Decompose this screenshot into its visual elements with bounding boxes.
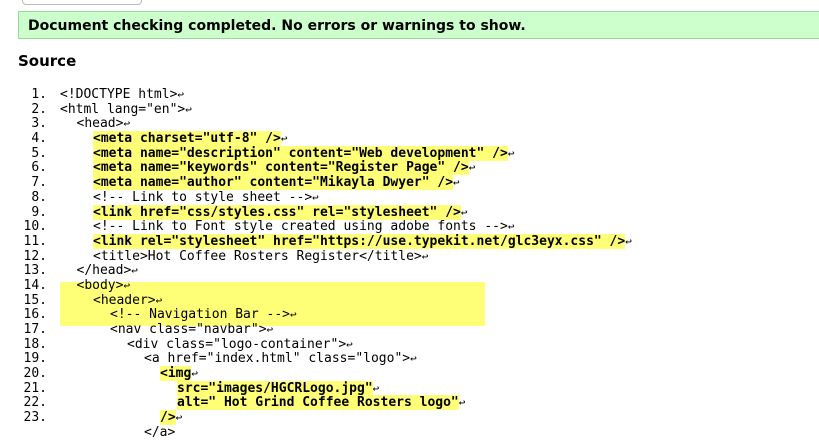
line-return-icon: ↩ (625, 234, 632, 248)
line-number: 8. (31, 189, 47, 205)
source-line: 19. <a href="index.html" class="logo">↩ (0, 352, 819, 367)
source-line: 8. <!-- Link to style sheet -->↩ (0, 189, 819, 206)
line-return-icon: ↩ (421, 249, 429, 263)
line-number: 23. (23, 410, 47, 426)
line-number: 17. (23, 322, 47, 337)
line-number: 10. (23, 219, 47, 235)
line-return-icon: ↩ (191, 367, 198, 381)
line-code: <meta name="author" content="Mikayla Dwy… (93, 175, 460, 191)
line-code: </a> (144, 424, 176, 440)
line-number: 3. (31, 116, 47, 132)
line-number: 11. (23, 233, 47, 249)
line-code: <a href="index.html" class="logo">↩ (144, 351, 417, 367)
source-line: 1. <!DOCTYPE html>↩ (0, 87, 819, 103)
line-number: 14. (23, 277, 47, 293)
line-code: <!-- Link to Font style created using ad… (93, 219, 515, 235)
source-line: 16. <!-- Navigation Bar -->↩ (0, 307, 819, 323)
line-number: 7. (31, 175, 47, 191)
line-number: 12. (23, 248, 47, 264)
line-code: <html lang="en">↩ (60, 101, 192, 117)
source-line: </a> (0, 424, 819, 441)
line-number: 5. (31, 145, 47, 161)
line-code: <meta name="description" content="Web de… (93, 145, 515, 161)
line-number: 2. (31, 101, 47, 117)
line-number: 6. (31, 160, 47, 176)
line-code: <link rel="stylesheet" href="https://use… (93, 233, 632, 249)
source-listing: 1. <!DOCTYPE html>↩ 2. <html lang="en">↩ 3. <… (0, 87, 819, 441)
line-return-icon: ↩ (123, 117, 131, 131)
line-number: 9. (31, 204, 47, 220)
source-section-title: Source (18, 52, 77, 70)
line-return-icon: ↩ (468, 161, 476, 175)
line-return-icon: ↩ (410, 352, 417, 366)
line-code: <meta charset="utf-8" />↩ (93, 131, 288, 147)
source-line: 10. <!-- Link to Font style created using… (0, 219, 819, 235)
line-return-icon: ↩ (177, 88, 185, 101)
line-code: alt=" Hot Grind Coffee Rosters logo"↩ (177, 395, 466, 411)
line-return-icon: ↩ (155, 293, 163, 307)
success-status-bar: Document checking completed. No errors o… (18, 11, 819, 39)
line-code: <!DOCTYPE html>↩ (60, 87, 185, 102)
line-code: <!-- Navigation Bar -->↩ (110, 307, 297, 323)
source-line: 17. <nav class="navbar">↩ (0, 322, 819, 338)
line-code: <meta name="keywords" content="Register … (93, 160, 476, 176)
line-number: 20. (23, 366, 47, 382)
source-line: 15. <header>↩ (0, 292, 819, 309)
source-line: 14. <body>↩ (0, 277, 819, 294)
source-line: 18. <div class="logo-container">↩ (0, 336, 819, 353)
line-code: <head>↩ (76, 116, 131, 132)
line-return-icon: ↩ (123, 278, 131, 292)
line-code: src="images/HGCRLogo.jpg"↩ (177, 380, 380, 396)
line-code: <!-- Link to style sheet -->↩ (93, 189, 319, 205)
source-line: 13. </head>↩ (0, 263, 819, 279)
line-code: <title>Hot Coffee Rosters Register</titl… (93, 248, 429, 264)
line-return-icon: ↩ (185, 102, 192, 116)
line-number: 21. (23, 380, 47, 396)
line-code: <body>↩ (76, 277, 131, 293)
source-line: 9. <link href="css/styles.css" rel="style… (0, 204, 819, 221)
source-line: 21. src="images/HGCRLogo.jpg"↩ (0, 380, 819, 397)
source-line: 7. <meta name="author" content="Mikayla D… (0, 175, 819, 191)
line-return-icon: ↩ (266, 323, 274, 336)
source-line: 6. <meta name="keywords" content="Registe… (0, 160, 819, 176)
line-number: 15. (23, 292, 47, 308)
line-return-icon: ↩ (507, 220, 515, 234)
source-line: 12. <title>Hot Coffee Rosters Register</t… (0, 248, 819, 265)
line-number: 1. (31, 87, 47, 102)
line-return-icon: ↩ (453, 176, 460, 190)
source-line: 11. <link rel="stylesheet" href="https://… (0, 233, 819, 250)
line-return-icon: ↩ (458, 396, 466, 410)
line-number: 19. (23, 351, 47, 367)
line-number: 13. (23, 263, 47, 279)
line-number: 18. (23, 336, 47, 352)
line-code: <nav class="navbar">↩ (110, 322, 274, 337)
source-line: 23. />↩ (0, 410, 819, 426)
line-return-icon: ↩ (346, 337, 353, 351)
source-line: 2. <html lang="en">↩ (0, 101, 819, 118)
line-return-icon: ↩ (312, 190, 319, 204)
source-line: 3. <head>↩ (0, 117, 819, 132)
line-code: </head>↩ (76, 263, 138, 279)
line-code: <div class="logo-container">↩ (127, 336, 353, 352)
line-return-icon: ↩ (131, 264, 138, 278)
source-line: 5. <meta name="description" content="Web … (0, 145, 819, 162)
line-return-icon: ↩ (507, 146, 515, 160)
line-return-icon: ↩ (290, 308, 297, 322)
line-number: 4. (31, 131, 47, 147)
source-line: 4. <meta charset="utf-8" />↩ (0, 131, 819, 147)
previous-button-edge[interactable] (22, 0, 142, 5)
status-message: Document checking completed. No errors o… (28, 18, 526, 34)
line-code: <img↩ (160, 366, 198, 382)
source-line: 20. <img↩ (0, 366, 819, 382)
line-code: <link href="css/styles.css" rel="stylesh… (93, 204, 468, 220)
line-number: 22. (23, 395, 47, 411)
line-number: 16. (23, 307, 47, 323)
line-code: />↩ (160, 410, 183, 426)
line-return-icon: ↩ (460, 205, 468, 219)
line-return-icon: ↩ (280, 132, 288, 146)
source-line: 22. alt=" Hot Grind Coffee Rosters logo"↩ (0, 395, 819, 411)
line-code: <header>↩ (93, 292, 163, 308)
line-return-icon: ↩ (372, 381, 380, 395)
